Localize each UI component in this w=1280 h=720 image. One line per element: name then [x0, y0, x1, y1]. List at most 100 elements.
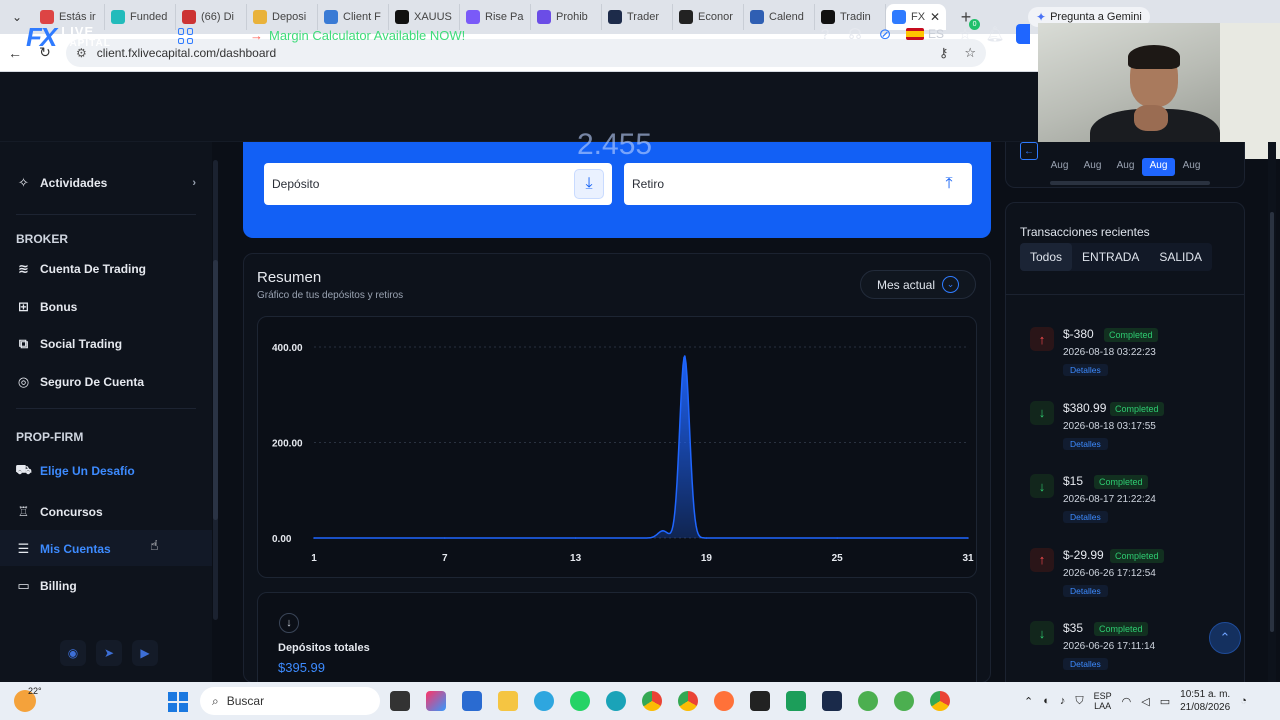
input-language[interactable]: ESP LAA: [1094, 691, 1112, 711]
browser-tab[interactable]: Prohib: [531, 4, 602, 30]
apps-grid-icon[interactable]: [178, 28, 194, 44]
browser-tab[interactable]: Rise Pa: [460, 4, 531, 30]
help-icon[interactable]: ?: [816, 25, 834, 43]
app-icon[interactable]: [750, 691, 770, 711]
logo[interactable]: FX LIVE CAPITAL: [26, 22, 111, 53]
telegram-app-icon[interactable]: [534, 691, 554, 711]
whatsapp-icon[interactable]: [570, 691, 590, 711]
instagram-icon[interactable]: ◉: [60, 640, 86, 666]
youtube-icon[interactable]: ▶: [132, 640, 158, 666]
chart-svg: 400.00 200.00 0.00 1 7 13 19 25 31: [272, 343, 974, 564]
chrome-icon-2[interactable]: [678, 691, 698, 711]
meet-icon[interactable]: ◐: [1043, 695, 1050, 707]
month-prev-icon[interactable]: ←: [1020, 142, 1038, 160]
edge-icon[interactable]: [606, 691, 626, 711]
fx-app-icon[interactable]: [822, 691, 842, 711]
sidebar-item-billing[interactable]: ▭ Billing: [16, 578, 196, 593]
sidebar-item-mis-cuentas[interactable]: ☰ Mis Cuentas: [16, 541, 196, 556]
tx-filter-tab[interactable]: SALIDA: [1149, 243, 1212, 271]
volume-icon[interactable]: ◁: [1141, 695, 1149, 708]
sidebar-item-cuenta-trading[interactable]: ≋ Cuenta De Trading: [16, 261, 196, 276]
chart-area: [314, 356, 968, 538]
deposit-button[interactable]: Depósito ⤓: [264, 163, 612, 205]
compass-icon[interactable]: ⊘: [876, 25, 894, 43]
tx-filter-tab[interactable]: Todos: [1020, 243, 1073, 271]
chrome-icon-3[interactable]: [930, 691, 950, 711]
sidebar-scrollbar[interactable]: [213, 160, 218, 620]
announcement-banner[interactable]: → Margin Calculator Available NOW!: [250, 28, 465, 43]
chevron-up-icon[interactable]: ⌃: [1024, 695, 1033, 708]
deposit-label: Depósito: [272, 177, 320, 191]
browser-tab[interactable]: Funded: [105, 4, 176, 30]
scroll-to-top-button[interactable]: ⌃: [1209, 622, 1241, 654]
chart-x-tick-label: 13: [570, 553, 582, 564]
chrome-icon[interactable]: [642, 691, 662, 711]
details-button[interactable]: Detalles: [1063, 584, 1108, 597]
tab-search-icon[interactable]: ⌄: [6, 6, 28, 28]
transaction-amount: $380.99: [1063, 400, 1107, 415]
sidebar-item-elige-desafio[interactable]: ⛟ Elige Un Desafío: [15, 462, 196, 478]
transaction-amount: $-380: [1063, 327, 1094, 341]
store-icon[interactable]: [462, 691, 482, 711]
close-tab-icon[interactable]: ✕: [930, 10, 940, 24]
details-button[interactable]: Detalles: [1063, 437, 1108, 450]
profile-button[interactable]: [1016, 24, 1031, 44]
details-button[interactable]: Detalles: [1063, 511, 1108, 523]
firefox-icon[interactable]: [714, 691, 734, 711]
bookmark-star-icon[interactable]: ☆: [964, 45, 976, 61]
metatrader-icon-2[interactable]: [894, 691, 914, 711]
metatrader-icon[interactable]: [858, 691, 878, 711]
copilot-icon[interactable]: [426, 691, 446, 711]
month-option[interactable]: Aug: [1142, 158, 1175, 176]
spain-flag-icon[interactable]: [906, 28, 924, 40]
page-scrollbar[interactable]: [1268, 142, 1276, 682]
xs-icon[interactable]: [786, 691, 806, 711]
month-scrollbar[interactable]: [1050, 181, 1210, 185]
withdraw-button[interactable]: Retiro ⤒: [624, 163, 972, 205]
browser-tab[interactable]: Deposi: [247, 4, 318, 30]
windows-start-icon[interactable]: [168, 692, 188, 712]
download-circle-icon: ↓: [279, 613, 299, 633]
wifi-icon[interactable]: ◠: [1122, 695, 1132, 708]
chart-y-tick-label: 0.00: [272, 534, 292, 545]
shield-tray-icon[interactable]: ⛉: [1075, 695, 1083, 708]
chart-point: [662, 530, 664, 532]
browser-tab[interactable]: Calend: [744, 4, 815, 30]
browser-tab[interactable]: Trader: [602, 4, 673, 30]
month-option[interactable]: Aug: [1043, 158, 1076, 176]
explorer-icon[interactable]: [498, 691, 518, 711]
sidebar-item-concursos[interactable]: ♖ Concursos: [16, 504, 196, 519]
sidebar-item-social-trading[interactable]: ⧉ Social Trading: [16, 336, 196, 351]
clock[interactable]: 10:51 a. m. 21/08/2026: [1180, 688, 1230, 714]
telegram-icon[interactable]: ➤: [96, 640, 122, 666]
details-button[interactable]: Detalles: [1063, 364, 1108, 376]
weather-temp: 22°: [28, 686, 42, 696]
sidebar-item-actividades[interactable]: ✧ Actividades ›: [16, 175, 196, 190]
sidebar-item-bonus[interactable]: ⊞ Bonus: [16, 299, 196, 314]
tx-filter-tab[interactable]: ENTRADA: [1072, 243, 1149, 271]
tab-favicon-icon: [608, 10, 622, 24]
weather-icon[interactable]: 22°: [14, 686, 42, 712]
details-button[interactable]: Detalles: [1063, 658, 1108, 670]
sidebar-item-seguro[interactable]: ◎ Seguro De Cuenta: [16, 374, 196, 389]
language-label[interactable]: ES: [928, 27, 944, 41]
mic-icon[interactable]: ♪: [1060, 695, 1066, 707]
task-view-icon[interactable]: [390, 691, 410, 711]
social-links: ◉ ➤ ▶: [60, 640, 158, 666]
period-select[interactable]: Mes actual ⌄: [860, 270, 976, 299]
month-option[interactable]: Aug: [1109, 158, 1142, 176]
taskbar-search[interactable]: ⌕ Buscar: [200, 687, 380, 715]
bell-icon[interactable]: 🔔︎: [986, 25, 1005, 43]
password-key-icon[interactable]: ⚷: [939, 45, 949, 61]
browser-tab[interactable]: Client F: [318, 4, 389, 30]
browser-tab[interactable]: Econor: [673, 4, 744, 30]
browser-tab[interactable]: XAUUS: [389, 4, 460, 30]
month-option[interactable]: Aug: [1076, 158, 1109, 176]
battery-icon[interactable]: ▭: [1160, 695, 1170, 708]
transaction-date: 2026-08-18 03:17:55: [1063, 420, 1156, 432]
headset-icon[interactable]: ☊: [846, 25, 864, 43]
month-option[interactable]: Aug: [1175, 158, 1208, 176]
notifications-icon[interactable]: ◔: [1240, 695, 1247, 707]
browser-tab[interactable]: (66) Di: [176, 4, 247, 30]
trophy-icon[interactable]: ☆ 0: [956, 19, 981, 43]
